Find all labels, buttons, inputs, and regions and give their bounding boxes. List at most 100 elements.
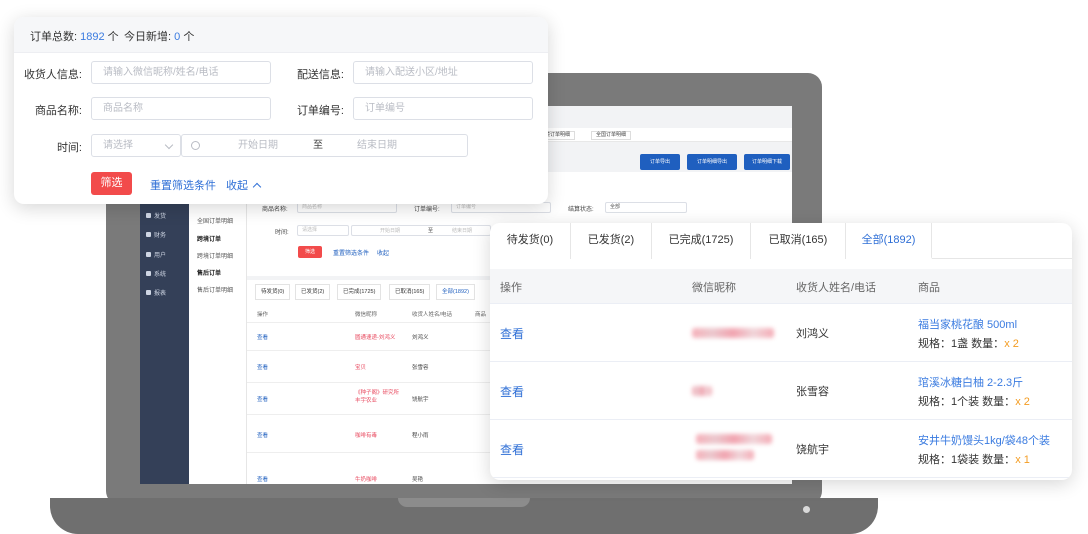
laptop-indicator	[803, 506, 810, 513]
mini-view-link[interactable]: 查看	[257, 431, 268, 439]
sidebar-item-reports[interactable]: 报表	[146, 288, 166, 297]
header-wechat-nick: 微信昵称	[692, 282, 736, 294]
mini-table-tab-active[interactable]: 全部(1892)	[436, 284, 475, 300]
order-total-label: 订单总数:	[30, 31, 78, 43]
blurred-nickname	[692, 386, 712, 396]
mini-settle-select[interactable]: 全部	[605, 202, 687, 213]
header-goods: 商品	[918, 282, 940, 294]
time-select[interactable]: 请选择	[91, 134, 181, 157]
sidebar-item-shipping[interactable]: 发货	[146, 211, 166, 220]
receiver-name: 刘鸿义	[796, 328, 829, 340]
export-details-button[interactable]: 订单明细导出	[687, 154, 737, 170]
delivery-input[interactable]: 请输入配送小区/地址	[353, 61, 533, 84]
mini-view-link[interactable]: 查看	[257, 363, 268, 371]
mini-table-tab[interactable]: 待发货(0)	[255, 284, 291, 300]
filter-button[interactable]: 筛选	[91, 172, 132, 195]
header-action: 操作	[500, 282, 522, 294]
order-total-value: 1892	[80, 31, 105, 43]
goods-name-label: 商品名称:	[34, 105, 82, 117]
subnav-item[interactable]: 全国订单明细	[197, 216, 233, 225]
laptop-notch	[398, 498, 530, 507]
clock-icon	[191, 141, 200, 150]
mini-name: 吴艳	[412, 477, 424, 483]
tab-pending-shipment[interactable]: 待发货(0)	[490, 223, 571, 259]
tab-completed[interactable]: 已完成(1725)	[652, 223, 751, 259]
subnav-item[interactable]: 跨境订单明细	[197, 251, 233, 260]
header-receiver: 收货人姓名/电话	[796, 282, 877, 294]
today-new-label: 今日新增:	[124, 31, 172, 43]
sidebar-item-finance[interactable]: 财务	[146, 230, 166, 239]
subnav-item[interactable]: 售后订单明细	[197, 285, 233, 294]
range-separator: 至	[313, 140, 323, 151]
subnav-group[interactable]: 跨境订单	[197, 234, 221, 243]
product-name-link[interactable]: 琯溪冰糖白柚 2-2.3斤	[918, 374, 1023, 390]
mini-view-link[interactable]: 查看	[257, 475, 268, 483]
mini-th: 操作	[257, 312, 269, 318]
mini-goods-label: 商品名称:	[262, 207, 288, 213]
receiver-input[interactable]: 请输入微信昵称/姓名/电话	[91, 61, 271, 84]
view-order-link[interactable]: 查看	[500, 383, 524, 400]
mini-collapse-link[interactable]: 收起	[377, 248, 389, 257]
table-header: 操作 微信昵称 收货人姓名/电话 商品	[490, 269, 1072, 304]
date-range-picker[interactable]: 开始日期 至 结束日期	[181, 134, 468, 157]
mini-start-date: 开始日期	[380, 228, 401, 234]
subnav-group[interactable]: 售后订单	[197, 268, 221, 277]
sidebar-item-system[interactable]: 系统	[146, 269, 166, 278]
receiver-name: 张雪容	[796, 386, 829, 398]
mini-reset-link[interactable]: 重置筛选条件	[333, 248, 369, 257]
order-number-input[interactable]: 订单编号	[353, 97, 533, 120]
time-label: 时间:	[56, 142, 82, 154]
mini-table-tab[interactable]: 已发货(2)	[295, 284, 331, 300]
quantity: x 2	[1004, 338, 1019, 350]
reset-filters-link[interactable]: 重置筛选条件	[150, 177, 216, 193]
collapse-link[interactable]: 收起	[226, 177, 262, 193]
download-details-button[interactable]: 订单明细下载	[744, 154, 790, 170]
mini-view-link[interactable]: 查看	[257, 333, 268, 341]
today-new-unit: 个	[183, 31, 195, 43]
table-row: 查看 刘鸿义 福当家桃花酿 500ml 规格：1盏 数量：x 2	[490, 304, 1072, 362]
mini-table-tab[interactable]: 已完成(1725)	[337, 284, 382, 300]
filter-card: 订单总数: 1892 个 今日新增: 0 个 收货人信息: 请输入微信昵称/姓名…	[14, 17, 548, 204]
product-name-link[interactable]: 福当家桃花酿 500ml	[918, 316, 1017, 332]
export-orders-button[interactable]: 订单导出	[640, 154, 680, 170]
product-name-link[interactable]: 安井牛奶馒头1kg/袋48个装	[918, 432, 1050, 448]
blurred-nickname	[696, 434, 772, 444]
mini-view-link[interactable]: 查看	[257, 395, 268, 403]
table-row: 查看 饶航宇 安井牛奶馒头1kg/袋48个装 规格：1袋装 数量：x 1	[490, 420, 1072, 478]
today-new-value: 0	[174, 31, 181, 43]
tab-shipped[interactable]: 已发货(2)	[571, 223, 652, 259]
mini-page-tab[interactable]: 全国订单明细	[591, 131, 632, 140]
mini-name: 程小雨	[412, 433, 429, 439]
sidebar-item-users[interactable]: 用户	[146, 250, 166, 259]
delivery-label: 配送信息:	[296, 69, 344, 81]
view-order-link[interactable]: 查看	[500, 441, 524, 458]
mini-search-button[interactable]: 筛选	[298, 246, 322, 258]
mini-time-select[interactable]: 请选择	[297, 225, 349, 236]
view-order-link[interactable]: 查看	[500, 325, 524, 342]
orders-table-card: 待发货(0) 已发货(2) 已完成(1725) 已取消(165) 全部(1892…	[490, 223, 1072, 480]
truck-icon	[146, 213, 151, 218]
receiver-name: 饶航宇	[796, 444, 829, 456]
marketing-collage: 发货 财务 用户 系统 报表 全国订单明细 跨境订单 跨境订单明细 售后订单 售…	[0, 0, 1088, 534]
product-spec: 规格：1袋装 数量：x 1	[918, 451, 1030, 467]
tab-cancelled[interactable]: 已取消(165)	[751, 223, 846, 259]
mini-name: 刘鸿义	[412, 335, 429, 341]
quantity: x 1	[1015, 454, 1030, 466]
product-spec: 规格：1盏 数量：x 2	[918, 335, 1019, 351]
spec-text: 规格：1盏 数量：	[918, 338, 1005, 350]
order-status-tabs: 待发货(0) 已发货(2) 已完成(1725) 已取消(165) 全部(1892…	[490, 223, 1072, 259]
mini-table-tab[interactable]: 已取消(165)	[389, 284, 431, 300]
product-spec: 规格：1个装 数量：x 2	[918, 393, 1030, 409]
time-select-placeholder: 请选择	[103, 140, 133, 151]
order-total-unit: 个	[107, 31, 119, 43]
wallet-icon	[146, 232, 151, 237]
mini-settle-label: 结算状态:	[568, 207, 594, 213]
mini-nick: 《种子阁》研究所 丰宇农业	[355, 390, 400, 404]
chart-icon	[146, 290, 151, 295]
mini-order-label: 订单编号:	[414, 207, 440, 213]
mini-nick: 宝贝	[355, 365, 367, 371]
spec-text: 规格：1袋装 数量：	[918, 454, 1016, 466]
mini-name: 饶航宇	[412, 397, 429, 403]
tab-all[interactable]: 全部(1892)	[846, 223, 932, 259]
goods-name-input[interactable]: 商品名称	[91, 97, 271, 120]
